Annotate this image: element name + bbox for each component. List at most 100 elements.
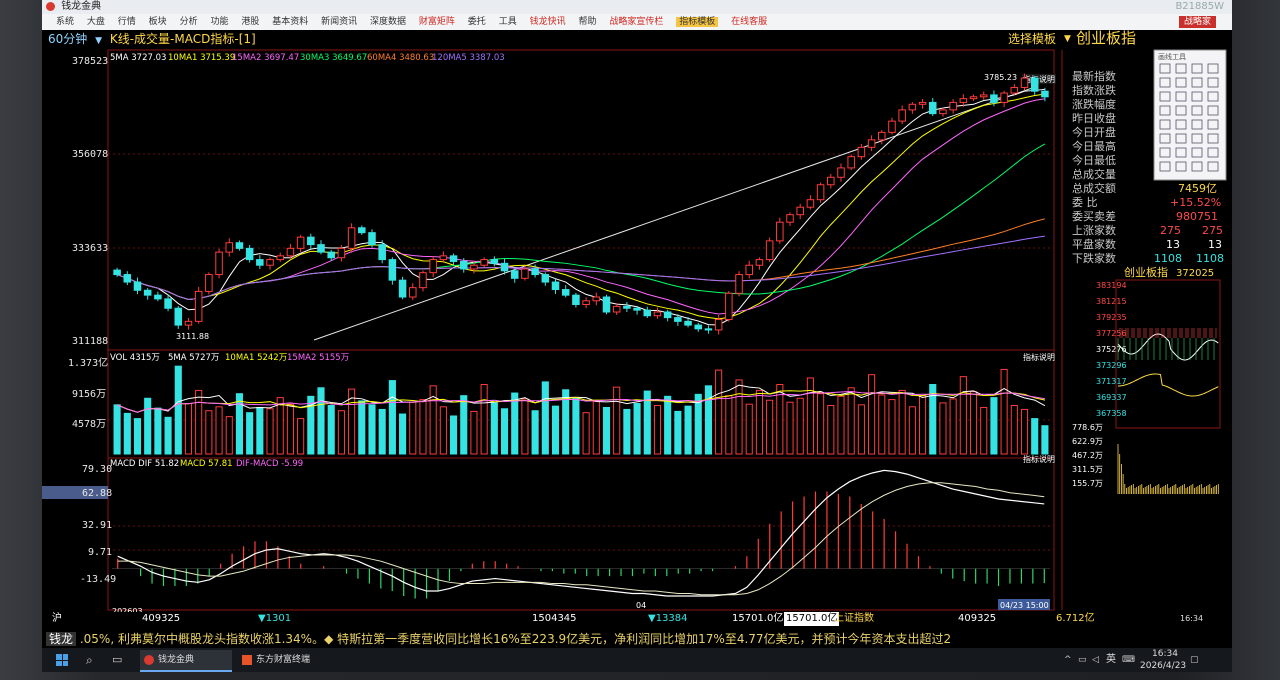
candle-body <box>623 305 631 309</box>
taskbar-app-qianlong[interactable]: 钱龙金典 <box>140 650 232 672</box>
volume-icon[interactable]: ◁ <box>1092 648 1099 672</box>
volume-bar <box>745 403 753 455</box>
network-icon[interactable]: ▭ <box>1078 648 1087 672</box>
field-label: 最新指数 <box>1072 69 1116 83</box>
candle-body <box>296 236 305 249</box>
volume-bar <box>1020 408 1029 455</box>
menu-item-hk[interactable]: 港股 <box>241 17 259 27</box>
mini-price-tick: 371317 <box>1096 377 1127 386</box>
ime-lang[interactable]: 英 <box>1106 648 1116 672</box>
candle-body <box>816 184 825 201</box>
app-logo-icon <box>46 2 55 11</box>
indicator-help-vol[interactable]: 指标说明 <box>1023 352 1055 362</box>
menu-item-analysis[interactable]: 分析 <box>180 17 198 27</box>
field-label: 今日开盘 <box>1072 125 1116 139</box>
menu-item-flash[interactable]: 钱龙快讯 <box>530 17 566 27</box>
volume-bar <box>439 406 447 455</box>
candle-body <box>776 221 784 242</box>
ma-lines <box>116 88 1046 326</box>
high-annotation: 3785.23 <box>984 73 1017 82</box>
status-value: 6.712亿 <box>1056 613 1095 624</box>
volume-bar <box>551 405 560 455</box>
notification-icon[interactable]: ▢ <box>1190 648 1199 672</box>
menu-item-strategist[interactable]: 战略家宣传栏 <box>609 17 663 27</box>
menu-item-order[interactable]: 委托 <box>468 17 486 27</box>
candle-body <box>806 199 815 208</box>
tray-chevron-icon[interactable]: ^ <box>1064 648 1072 672</box>
strategist-button[interactable]: 战略家 <box>1178 16 1216 28</box>
volume-bar <box>399 413 407 455</box>
mini-price-tick: 381215 <box>1096 297 1127 306</box>
candle-body <box>979 94 988 98</box>
row-value: +15.52% <box>1170 196 1221 209</box>
indicator-help-macd[interactable]: 指标说明 <box>1023 454 1055 464</box>
news-ticker: 钱龙 .05%, 利弗莫尔中概股龙头指数收涨1.34%。◆ 特斯拉第一季度营收同… <box>42 630 1232 648</box>
macd-tick-label: -13.49 <box>80 574 116 585</box>
volume-bar <box>704 385 713 455</box>
volume-bar <box>133 418 142 455</box>
menu-item-tools[interactable]: 工具 <box>499 17 517 27</box>
row-value2: 275 <box>1202 224 1223 237</box>
volume-bar <box>113 404 121 455</box>
menu-item-functions[interactable]: 功能 <box>210 17 228 27</box>
menu-item-template[interactable]: 指标模板 <box>676 17 719 27</box>
row-label: 委 比 <box>1072 196 1098 209</box>
ma-line <box>116 88 1045 326</box>
volume-bar <box>256 406 264 455</box>
menu-item-market[interactable]: 大盘 <box>87 17 105 27</box>
menu-item-depth[interactable]: 深度数据 <box>370 17 406 27</box>
mini-value: 372025 <box>1176 268 1214 279</box>
trend-line[interactable] <box>313 85 1039 341</box>
menu-item-fundamentals[interactable]: 基本资料 <box>272 17 308 27</box>
mini-price-tick: 369337 <box>1096 393 1127 402</box>
volume-bar <box>164 416 172 455</box>
taskview-icon[interactable]: ▭ <box>112 648 122 672</box>
menu-item-service[interactable]: 在线客服 <box>731 17 767 27</box>
menu-item-system[interactable]: 系统 <box>56 17 74 27</box>
ma-line <box>116 235 1045 300</box>
volume-bar <box>480 384 488 455</box>
chart-header: 60分钟 ▼ K线-成交量-MACD指标-[1] 选择模板 ▼ 创业板指 <box>42 29 1232 48</box>
volume-bar <box>174 365 182 455</box>
volume-bar <box>286 403 294 455</box>
field-label: 今日最高 <box>1072 139 1116 153</box>
ticker-text[interactable]: .05%, 利弗莫尔中概股龙头指数收涨1.34%。◆ 特斯拉第一季度营收同比增长… <box>80 632 951 646</box>
volume-bar <box>123 412 131 455</box>
volume-bar <box>276 397 284 455</box>
candle-body <box>409 287 417 298</box>
volume-bar <box>888 399 896 455</box>
menu-item-news[interactable]: 新闻资讯 <box>321 17 357 27</box>
menu-item-quotes[interactable]: 行情 <box>118 17 136 27</box>
menu-item-sectors[interactable]: 板块 <box>149 17 167 27</box>
volume-bar <box>337 410 345 455</box>
mini-vol-tick: 155.7万 <box>1072 479 1103 488</box>
menu-item-wealth[interactable]: 财富矩阵 <box>419 17 455 27</box>
ma-line <box>116 143 1046 300</box>
period-selector[interactable]: 60分钟 <box>48 32 87 46</box>
row-label: 上涨家数 <box>1072 223 1116 237</box>
ma-legend-item: 10MA1 3715.39 <box>168 53 235 63</box>
status-value: ▼13384 <box>648 613 688 624</box>
candle-body <box>358 227 366 234</box>
candle-body <box>510 270 519 279</box>
menu-item-help[interactable]: 帮助 <box>578 17 596 27</box>
ma-legend-item: 15MA2 3697.47 <box>232 53 299 63</box>
taskbar-app-eastmoney[interactable]: 东方财富终端 <box>238 650 342 670</box>
candle-body <box>164 298 172 309</box>
low-annotation: 3111.88 <box>176 332 209 341</box>
template-selector[interactable]: 选择模板 <box>1008 30 1056 48</box>
window-title: 钱龙金典 <box>61 1 102 12</box>
search-icon[interactable]: ⌕ <box>86 648 93 672</box>
clock: 16:34 <box>1180 614 1204 623</box>
template-dropdown-icon[interactable]: ▼ <box>1064 30 1071 48</box>
windows-start-icon[interactable] <box>56 654 68 666</box>
candle-body <box>245 247 254 261</box>
index-label[interactable]: 上证指数 <box>834 612 874 626</box>
candle-body <box>928 101 937 115</box>
dropdown-arrow-icon[interactable]: ▼ <box>95 36 102 46</box>
candle-body <box>388 259 397 281</box>
candle-body <box>959 98 968 103</box>
keyboard-icon[interactable]: ⌨ <box>1122 648 1135 672</box>
status-value: 1504345 <box>532 613 577 624</box>
volume-ma-line <box>116 391 1045 413</box>
